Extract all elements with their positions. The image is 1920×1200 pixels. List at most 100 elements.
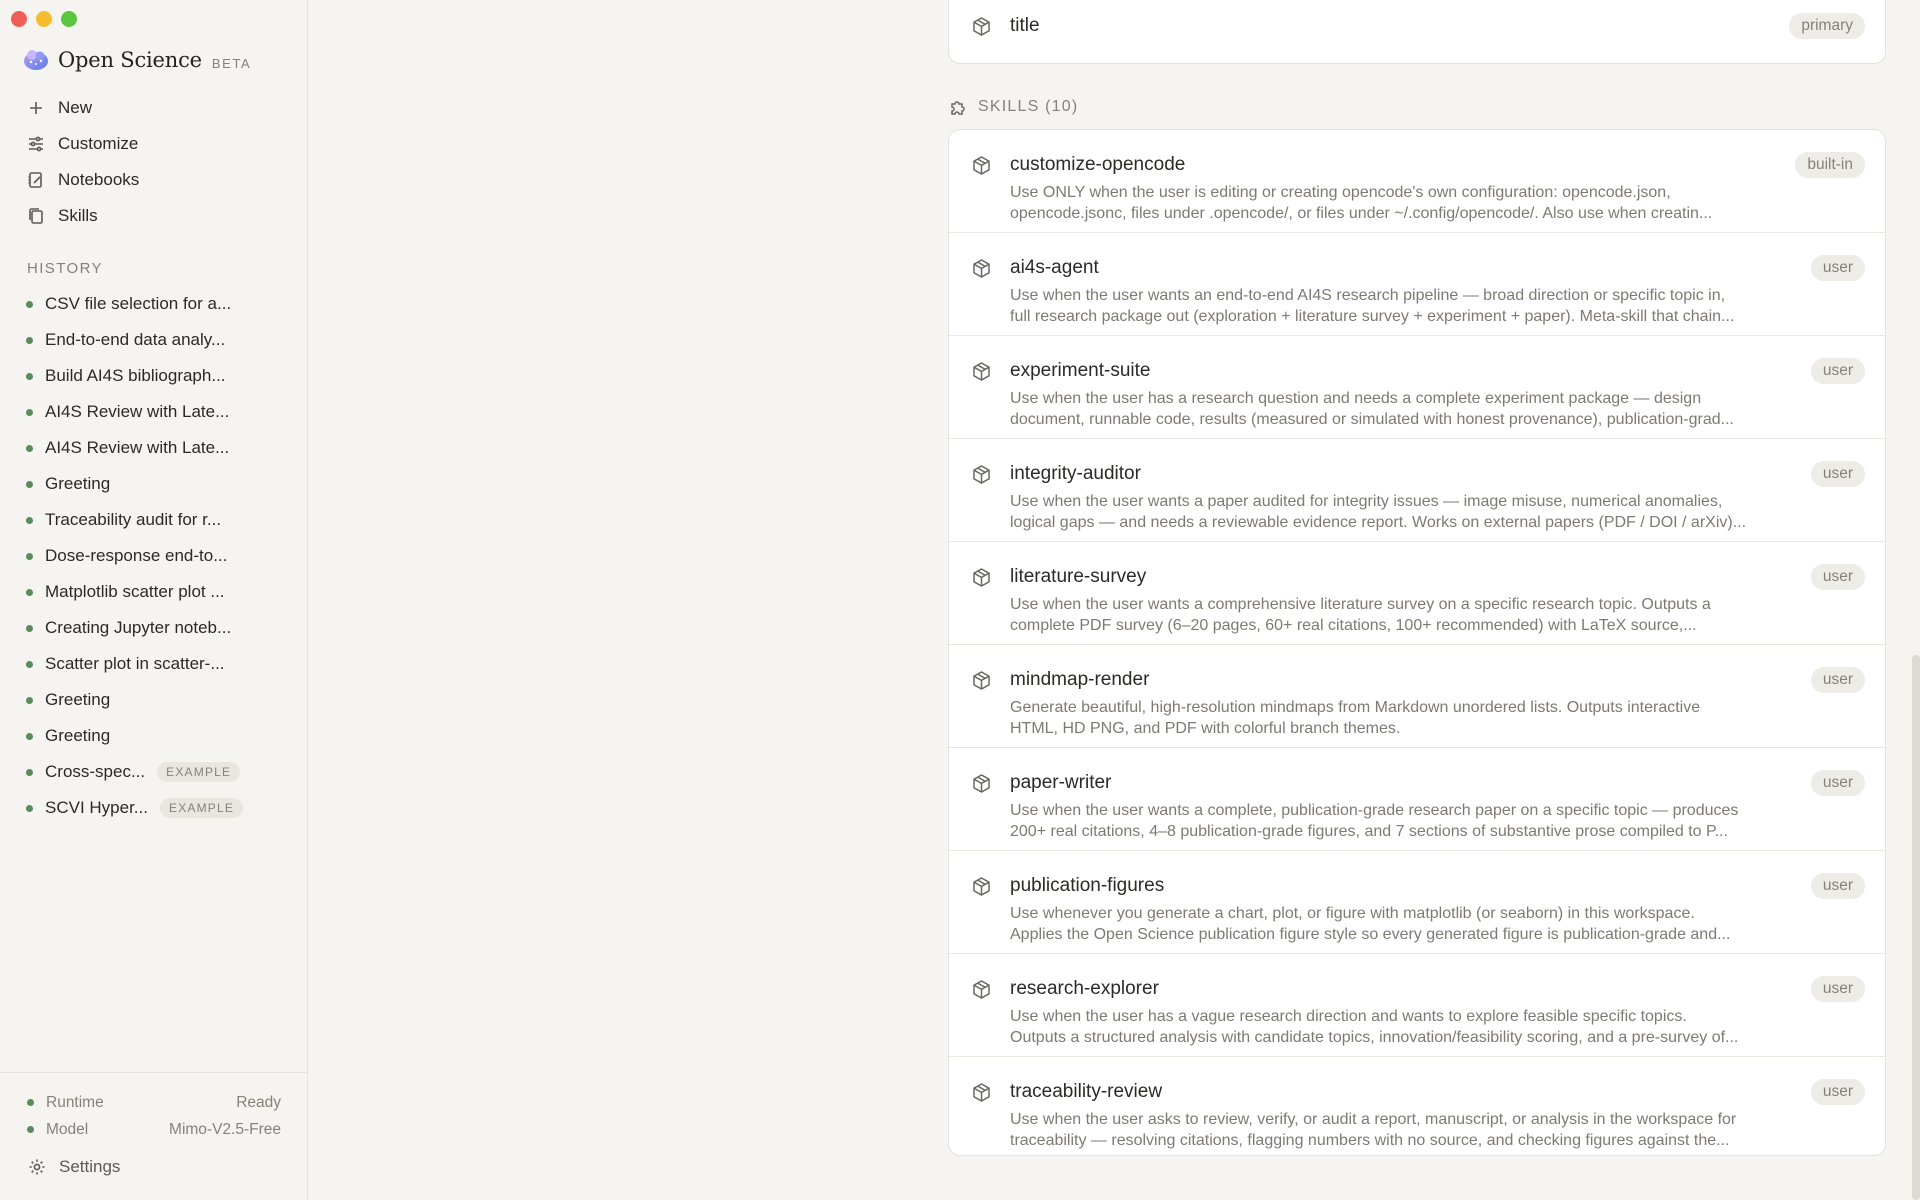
skill-item[interactable]: customize-opencode built-in Use ONLY whe… [949, 130, 1885, 233]
skill-description-line: Use when the user asks to review, verify… [1010, 1111, 1737, 1128]
skill-description: Use ONLY when the user is editing or cre… [1010, 182, 1800, 224]
skill-item[interactable]: traceability-review user Use when the us… [949, 1057, 1885, 1160]
skill-name: publication-figures [1010, 875, 1165, 896]
history-item[interactable]: Dose-response end-to... [18, 538, 290, 574]
copy-icon [29, 208, 43, 224]
history-item[interactable]: Matplotlib scatter plot ... [18, 574, 290, 610]
runtime-label: Runtime [46, 1093, 104, 1111]
primary-badge: primary [1789, 13, 1865, 39]
nav-new[interactable]: New [18, 90, 290, 126]
skill-source-badge: built-in [1795, 152, 1865, 178]
skill-item[interactable]: literature-survey user Use when the user… [949, 542, 1885, 645]
history-item[interactable]: Traceability audit for r... [18, 502, 290, 538]
skill-description-line: Applies the Open Science publication fig… [1010, 926, 1731, 943]
skill-item[interactable]: mindmap-render user Generate beautiful, … [949, 645, 1885, 748]
history-item[interactable]: Scatter plot in scatter-... [18, 646, 290, 682]
skill-item[interactable]: paper-writer user Use when the user want… [949, 748, 1885, 851]
nav-skills[interactable]: Skills [18, 198, 290, 234]
skill-name: ai4s-agent [1010, 257, 1099, 278]
skill-item[interactable]: research-explorer user Use when the user… [949, 954, 1885, 1057]
history-item-label: Build AI4S bibliograph... [45, 366, 226, 385]
history-item[interactable]: Cross-spec... EXAMPLE [18, 754, 290, 790]
history-item[interactable]: CSV file selection for a... [18, 286, 290, 322]
skill-item[interactable]: ai4s-agent user Use when the user wants … [949, 233, 1885, 336]
history-item-label: Greeting [45, 690, 111, 709]
skill-item[interactable]: experiment-suite user Use when the user … [949, 336, 1885, 439]
cube-icon [973, 979, 990, 999]
skill-source-badge: user [1810, 873, 1865, 899]
skill-description-line: Generate beautiful, high-resolution mind… [1010, 699, 1701, 716]
plus-icon [30, 102, 42, 114]
history-item[interactable]: AI4S Review with Late... [18, 430, 290, 466]
sidebar: Open Science BETA New Customize Notebook… [0, 0, 308, 1200]
cube-icon [973, 464, 990, 484]
history-item-label: Greeting [45, 726, 111, 745]
nav-customize[interactable]: Customize [18, 126, 290, 162]
history-item-label: Scatter plot in scatter-... [45, 654, 225, 673]
history-item[interactable]: Build AI4S bibliograph... [18, 358, 290, 394]
history-item-label: Cross-spec... [45, 762, 146, 781]
minimize-window-button[interactable] [36, 11, 52, 27]
runtime-value: Ready [236, 1093, 281, 1111]
skill-item[interactable]: publication-figures user Use whenever yo… [949, 851, 1885, 954]
skill-description-line: 200+ real citations, 4–8 publication-gra… [1010, 823, 1728, 840]
skill-description-line: Use when the user wants a paper audited … [1010, 493, 1723, 510]
skill-description: Use when the user has a research questio… [1010, 388, 1800, 430]
skill-source-badge: user [1810, 667, 1865, 693]
skills-section-header: SKILLS (10) [948, 97, 1078, 117]
skill-description-line: document, runnable code, results (measur… [1010, 411, 1734, 428]
example-badge: EXAMPLE [159, 798, 244, 818]
status-dot [26, 552, 33, 560]
title-field-name: title [1010, 15, 1040, 36]
skill-description: Generate beautiful, high-resolution mind… [1010, 697, 1800, 739]
history-item[interactable]: End-to-end data analy... [18, 322, 290, 358]
history-item[interactable]: Creating Jupyter noteb... [18, 610, 290, 646]
cube-icon [973, 16, 990, 36]
status-dot [26, 732, 33, 740]
skill-name: research-explorer [1010, 978, 1159, 999]
history-item[interactable]: Greeting [18, 718, 290, 754]
settings-button[interactable]: Settings [27, 1157, 281, 1177]
gear-icon [29, 1159, 45, 1175]
beta-tag: BETA [211, 55, 252, 71]
cube-icon [973, 258, 990, 278]
skill-name: traceability-review [1010, 1081, 1163, 1102]
nav-notebooks[interactable]: Notebooks [18, 162, 290, 198]
skill-description: Use when the user wants a complete, publ… [1010, 800, 1800, 842]
skill-description: Use when the user wants a paper audited … [1010, 491, 1800, 533]
history-item-label: Creating Jupyter noteb... [45, 618, 232, 637]
skill-description-line: opencode.jsonc, files under .opencode/, … [1010, 205, 1713, 222]
history-item[interactable]: SCVI Hyper... EXAMPLE [18, 790, 290, 826]
nav-new-label: New [58, 98, 93, 117]
skill-source-badge: user [1810, 564, 1865, 590]
history-item[interactable]: AI4S Review with Late... [18, 394, 290, 430]
runtime-status: Runtime Ready [27, 1089, 281, 1116]
close-window-button[interactable] [11, 11, 27, 27]
history-item-label: Greeting [45, 474, 111, 493]
zoom-window-button[interactable] [61, 11, 77, 27]
skills-list: customize-opencode built-in Use ONLY whe… [948, 129, 1886, 1156]
history-item[interactable]: Greeting [18, 682, 290, 718]
skill-description-line: HTML, HD PNG, and PDF with colorful bran… [1010, 720, 1401, 737]
cube-icon [973, 876, 990, 896]
history-item-label: SCVI Hyper... [45, 798, 148, 817]
history-item-label: CSV file selection for a... [45, 294, 232, 313]
history-item[interactable]: Greeting [18, 466, 290, 502]
skill-source-badge: user [1810, 976, 1865, 1002]
skill-description: Use when the user asks to review, verify… [1010, 1109, 1800, 1151]
skill-description-line: full research package out (exploration +… [1010, 308, 1735, 325]
sidebar-nav: New Customize Notebooks Skills [18, 90, 290, 234]
skill-description-line: Outputs a structured analysis with candi… [1010, 1029, 1739, 1046]
history-item-label: Dose-response end-to... [45, 546, 228, 565]
skill-description-line: Use ONLY when the user is editing or cre… [1010, 184, 1671, 201]
skill-name: integrity-auditor [1010, 463, 1141, 484]
scrollbar-thumb[interactable] [1912, 655, 1920, 1200]
skill-source-badge: user [1810, 358, 1865, 384]
notebook-icon [28, 172, 42, 188]
history-item-label: End-to-end data analy... [45, 330, 226, 349]
title-field-row[interactable]: title primary [971, 13, 1865, 39]
skill-item[interactable]: integrity-auditor user Use when the user… [949, 439, 1885, 542]
status-dot [26, 372, 33, 380]
skill-source-badge: user [1810, 770, 1865, 796]
skill-source-badge: user [1810, 461, 1865, 487]
